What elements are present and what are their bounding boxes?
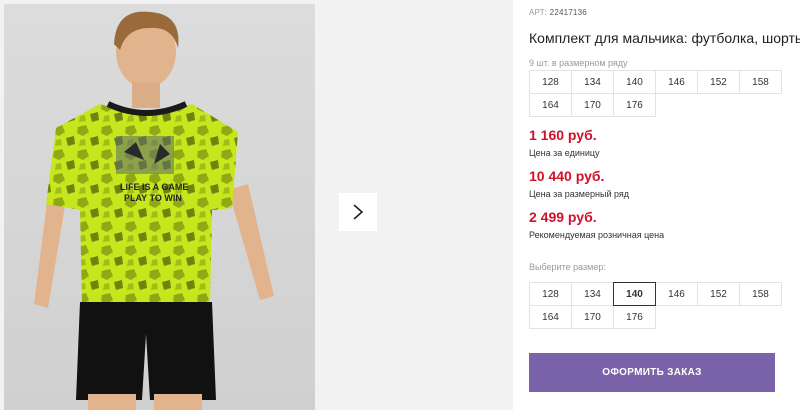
unit-price-label: Цена за единицу bbox=[529, 148, 600, 158]
size-row-grid: 128 134 140 146 152 158 164 170 176 bbox=[529, 70, 782, 117]
retail-price-label: Рекомендуемая розничная цена bbox=[529, 230, 665, 240]
size-option[interactable]: 176 bbox=[613, 305, 656, 329]
chevron-right-icon bbox=[353, 204, 364, 220]
product-gallery: LIFE IS A GAME PLAY TO WIN bbox=[0, 0, 513, 410]
gallery-next-button[interactable] bbox=[339, 193, 377, 231]
size-row-cell: 140 bbox=[613, 70, 656, 94]
boy-in-outfit-image: LIFE IS A GAME PLAY TO WIN bbox=[34, 11, 274, 410]
product-title: Комплект для мальчика: футболка, шорты bbox=[529, 30, 800, 46]
retail-price: 2 499 руб. bbox=[529, 209, 597, 225]
size-row-cell: 176 bbox=[613, 93, 656, 117]
size-row-price: 10 440 руб. bbox=[529, 168, 605, 184]
size-option[interactable]: 152 bbox=[697, 282, 740, 306]
choose-size-label: Выберите размер: bbox=[529, 262, 606, 272]
size-row-price-label: Цена за размерный ряд bbox=[529, 189, 630, 199]
size-row-count: 9 шт. в размерном ряду bbox=[529, 58, 628, 68]
size-row-cell: 146 bbox=[655, 70, 698, 94]
size-row-cell: 152 bbox=[697, 70, 740, 94]
place-order-button[interactable]: ОФОРМИТЬ ЗАКАЗ bbox=[529, 353, 775, 392]
size-option[interactable]: 164 bbox=[529, 305, 572, 329]
size-row-cell: 170 bbox=[571, 93, 614, 117]
product-sku: АРТ: 22417136 bbox=[529, 8, 587, 17]
svg-text:LIFE IS A GAME: LIFE IS A GAME bbox=[120, 182, 188, 192]
product-page: LIFE IS A GAME PLAY TO WIN АРТ: 22417136… bbox=[0, 0, 800, 410]
unit-price: 1 160 руб. bbox=[529, 127, 597, 143]
size-row-cell: 164 bbox=[529, 93, 572, 117]
size-option[interactable]: 146 bbox=[655, 282, 698, 306]
size-selector: 128 134 140 146 152 158 164 170 176 bbox=[529, 282, 782, 329]
size-option[interactable]: 134 bbox=[571, 282, 614, 306]
product-photo[interactable]: LIFE IS A GAME PLAY TO WIN bbox=[4, 4, 315, 410]
size-option[interactable]: 158 bbox=[739, 282, 782, 306]
size-row-cell: 134 bbox=[571, 70, 614, 94]
size-option-selected[interactable]: 140 bbox=[613, 282, 656, 306]
size-option[interactable]: 170 bbox=[571, 305, 614, 329]
svg-text:PLAY TO WIN: PLAY TO WIN bbox=[124, 193, 182, 203]
size-option[interactable]: 128 bbox=[529, 282, 572, 306]
size-row-cell: 158 bbox=[739, 70, 782, 94]
size-row-cell: 128 bbox=[529, 70, 572, 94]
